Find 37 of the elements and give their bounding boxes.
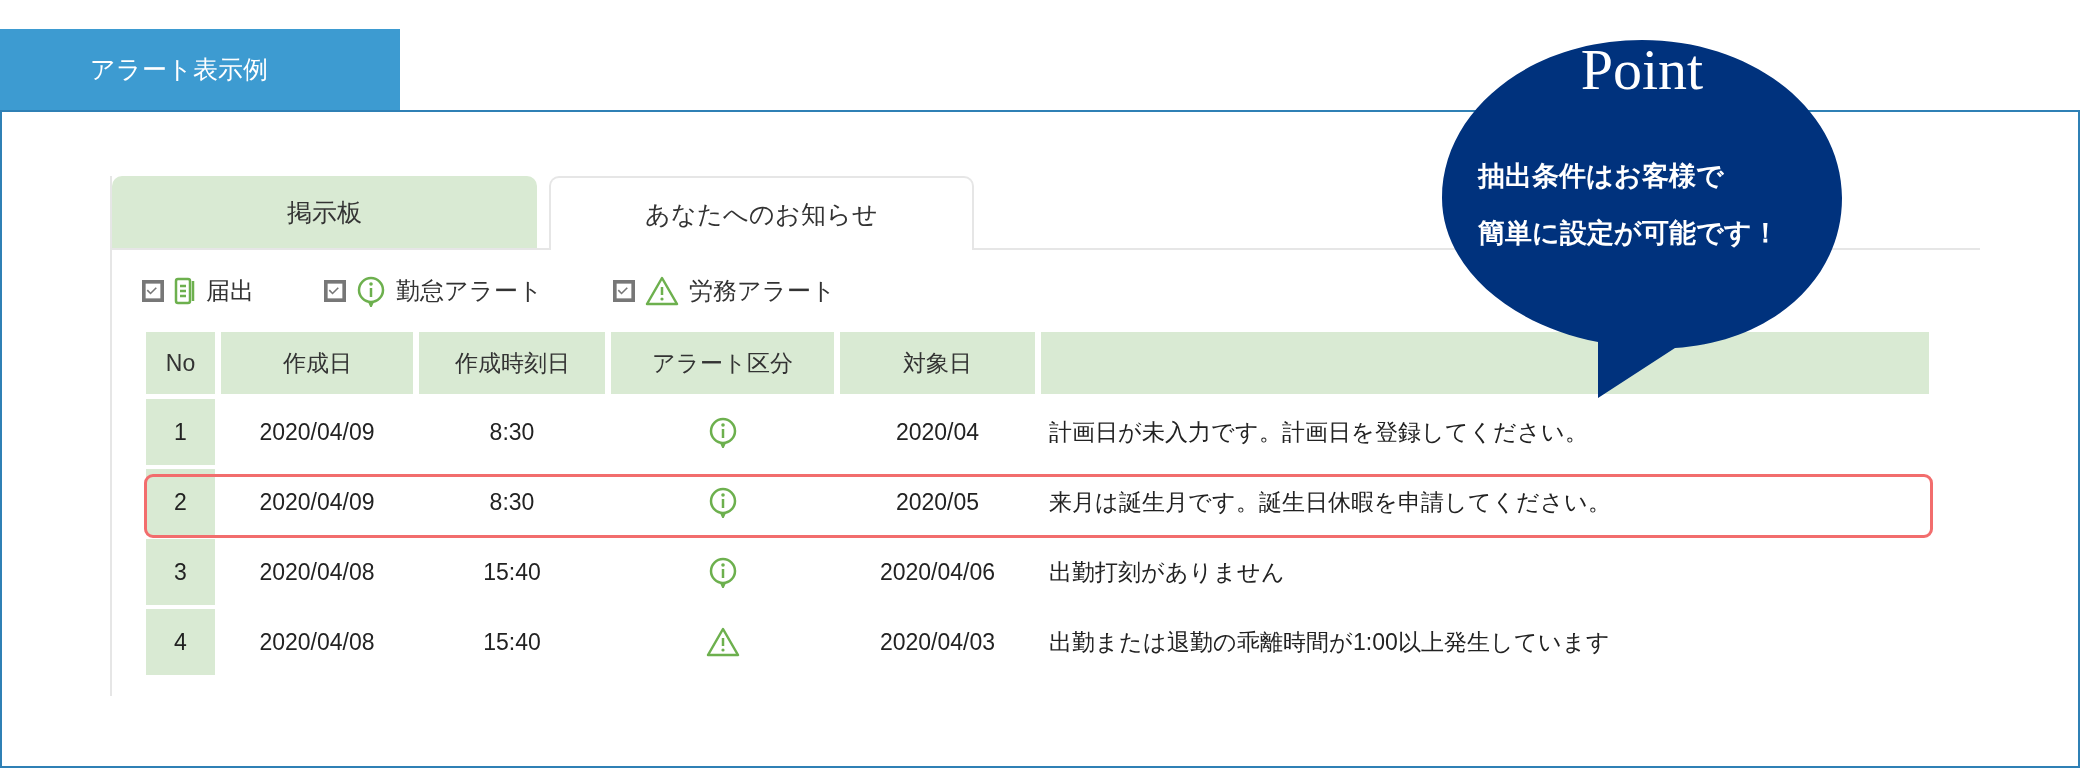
filter-label: 勤怠アラート <box>396 276 543 306</box>
table-cell-text: 計画日が未入力です。計画日を登録してください。 <box>1048 417 1589 447</box>
table-cell: 4 <box>146 609 215 675</box>
table-cell-text: 2020/04/09 <box>258 487 376 517</box>
table-cell-text: 8:30 <box>488 487 536 517</box>
filter-label: 届出 <box>206 276 254 306</box>
table-cell-text: 2020/04/08 <box>258 627 376 657</box>
checkbox[interactable] <box>142 280 164 302</box>
table-cell-text: 来月は誕生月です。誕生日休暇を申請してください。 <box>1048 487 1612 517</box>
table-cell-text: 2020/04/06 <box>878 557 997 587</box>
column-header: No <box>146 332 215 394</box>
table-cell-text: 2020/04 <box>894 417 981 447</box>
point-title: Point <box>1579 36 1705 103</box>
table-cell-text: 15:40 <box>482 557 542 587</box>
filter-label: 労務アラート <box>689 276 836 306</box>
table-cell-text: 2020/04/03 <box>878 627 997 657</box>
section-heading: アラート表示例 <box>0 29 400 110</box>
table-cell-text: 2020/05 <box>894 487 981 517</box>
table-cell: 3 <box>146 539 215 605</box>
table-cell: 2 <box>146 469 215 535</box>
tab[interactable]: あなたへのお知らせ <box>549 176 974 250</box>
table-cell-text: 8:30 <box>488 417 536 447</box>
table-cell-text: 2020/04/08 <box>258 557 376 587</box>
table-cell: 1 <box>146 399 215 465</box>
table-cell-text: 出勤打刻がありません <box>1048 557 1286 587</box>
column-header: 対象日 <box>840 332 1035 394</box>
tab[interactable]: 掲示板 <box>112 176 537 248</box>
table-cell-text: 15:40 <box>482 627 542 657</box>
bubble-text: 簡単に設定が可能です！ <box>1478 217 1779 250</box>
table-cell-text: 2020/04/09 <box>258 417 376 447</box>
column-header: 作成日 <box>221 332 413 394</box>
column-header: アラート区分 <box>611 332 834 394</box>
column-header: 作成時刻日 <box>419 332 605 394</box>
checkbox[interactable] <box>613 280 635 302</box>
bubble-text: 抽出条件はお客様で <box>1478 160 1725 193</box>
checkbox[interactable] <box>324 280 346 302</box>
table-cell-text: 出勤または退勤の乖離時間が1:00以上発生しています <box>1048 627 1611 657</box>
